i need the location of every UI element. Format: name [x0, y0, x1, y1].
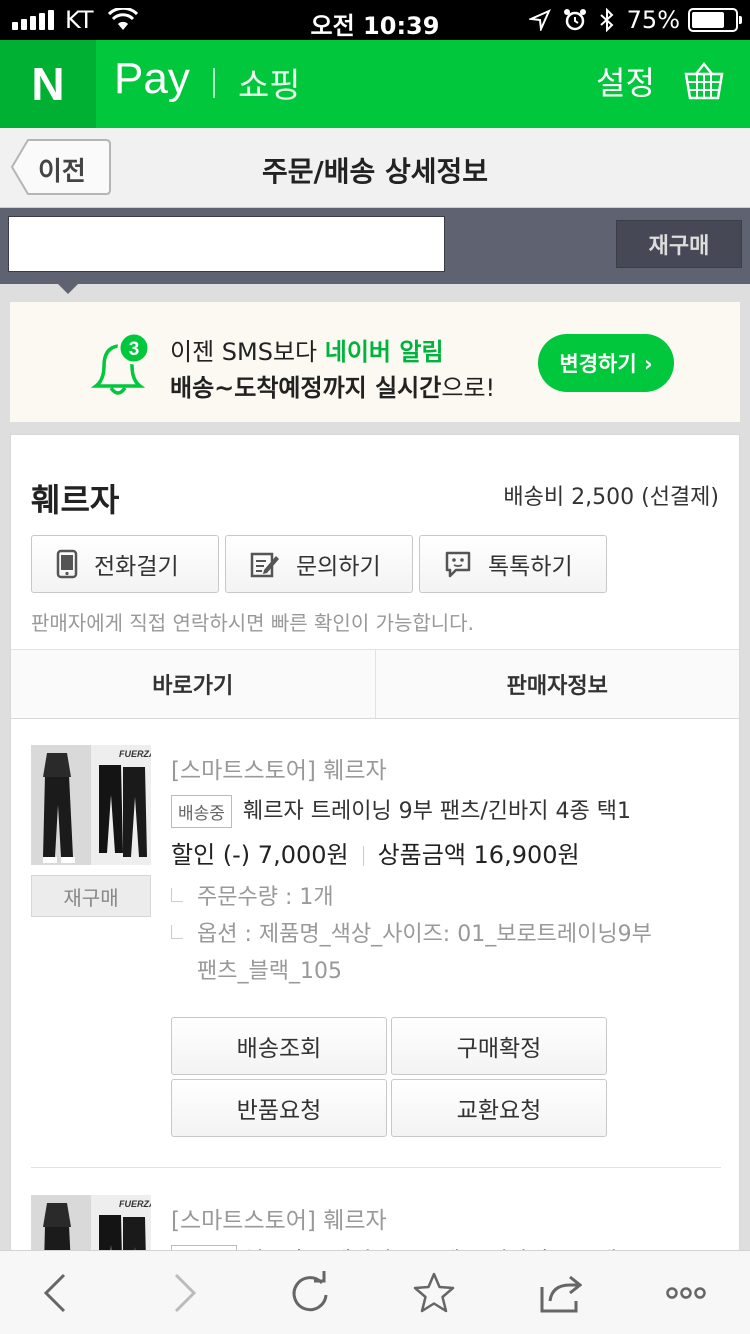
forward-arrow-icon[interactable] [162, 1271, 206, 1315]
seller-tabs: 바로가기 판매자정보 [11, 649, 739, 719]
search-strip: 재구매 [0, 208, 750, 284]
product-name[interactable]: 훼르자 트레이닝 9부 팬츠/긴바지 4종 택1 [243, 793, 631, 825]
page-title: 주문/배송 상세정보 [261, 155, 489, 188]
bookmark-star-icon[interactable] [412, 1271, 456, 1315]
store-tag[interactable]: [스마트스토어] 훼르자 [171, 1201, 387, 1235]
bluetooth-icon [599, 8, 614, 32]
option-text-2: 팬츠_블랙_105 [197, 959, 342, 984]
quantity-text: 주문수량 : 1개 [197, 885, 334, 910]
store-tag[interactable]: [스마트스토어] 훼르자 [171, 751, 387, 785]
write-icon [250, 552, 279, 578]
notice-line-1-text: 이젠 SMS보다 [170, 338, 325, 366]
order-details: 주문수량 : 1개 옵션 : 제품명_색상_사이즈: 01_보로트레이닝9부 팬… [171, 879, 652, 990]
option-text-1: 옵션 : 제품명_색상_사이즈: 01_보로트레이닝9부 [197, 922, 652, 947]
thumbnail-brand: FUERZA [119, 1199, 151, 1209]
talk-button-label: 톡톡하기 [488, 554, 573, 580]
browser-toolbar [0, 1250, 750, 1334]
reorder-top-button[interactable]: 재구매 [616, 220, 742, 268]
quantity-line: 주문수량 : 1개 [171, 879, 652, 916]
seller-name: 훼르자 [31, 481, 120, 519]
status-badge: 배송중 [171, 795, 232, 828]
track-delivery-button[interactable]: 배송조회 [171, 1017, 387, 1075]
back-arrow-icon[interactable] [34, 1271, 78, 1315]
bell-icon: 3 [90, 331, 151, 395]
tab-shortcut[interactable]: 바로가기 [11, 650, 375, 718]
reorder-button[interactable]: 재구매 [31, 875, 151, 917]
chat-icon [445, 551, 471, 578]
shipping-fee: 배송비 2,500 (선결제) [503, 485, 719, 510]
inquiry-button-label: 문의하기 [296, 554, 381, 580]
shopping-link[interactable]: 쇼핑 [238, 58, 301, 107]
option-line: 옵션 : 제품명_색상_사이즈: 01_보로트레이닝9부 [171, 916, 652, 953]
share-icon[interactable] [538, 1271, 582, 1315]
contact-hint: 판매자에게 직접 연락하시면 빠른 확인이 가능합니다. [31, 611, 474, 635]
call-button-label: 전화걸기 [94, 554, 179, 580]
notice-line-2: 배송~도착예정까지 실시간으로! [170, 368, 495, 403]
pay-title[interactable]: Pay [114, 54, 190, 104]
refresh-icon[interactable] [288, 1271, 332, 1315]
phone-icon [56, 549, 78, 579]
item-divider [31, 1167, 721, 1168]
notification-banner: 3 이젠 SMS보다 네이버 알림 배송~도착예정까지 실시간으로! 변경하기 … [10, 302, 740, 422]
order-card: 훼르자 배송비 2,500 (선결제) 전화걸기 문의하기 톡톡하기 판매자에게… [10, 434, 740, 1334]
notification-count: 3 [129, 339, 140, 360]
thumbnail-brand: FUERZA [119, 749, 151, 759]
title-bar: 이전 주문/배송 상세정보 [0, 128, 750, 208]
status-bar: KT 오전 10:39 75% [0, 0, 750, 40]
discount-amount: 할인 (-) 7,000원 [171, 841, 349, 869]
notice-line-2-bold: 배송~도착예정까지 실시간 [170, 374, 442, 402]
header-divider [213, 68, 215, 98]
product-thumbnail[interactable]: FUERZA [31, 745, 151, 865]
exchange-request-button[interactable]: 교환요청 [391, 1079, 607, 1137]
battery-icon [688, 8, 742, 32]
confirm-purchase-button[interactable]: 구매확정 [391, 1017, 607, 1075]
settings-link[interactable]: 설정 [596, 58, 655, 104]
more-icon[interactable] [664, 1271, 708, 1315]
naver-pay-header: N Pay 쇼핑 설정 [0, 40, 750, 128]
alarm-icon [563, 9, 586, 31]
return-request-button[interactable]: 반품요청 [171, 1079, 387, 1137]
order-input[interactable] [8, 216, 445, 272]
tab-seller-info[interactable]: 판매자정보 [374, 650, 740, 718]
call-button[interactable]: 전화걸기 [31, 535, 219, 593]
notice-highlight: 네이버 알림 [324, 338, 444, 366]
notice-line-2-rest: 으로! [441, 374, 496, 402]
product-price: 상품금액 16,900원 [377, 841, 580, 869]
change-button[interactable]: 변경하기 › [538, 334, 674, 392]
naver-logo[interactable]: N [0, 40, 96, 128]
talk-button[interactable]: 톡톡하기 [419, 535, 607, 593]
inquiry-button[interactable]: 문의하기 [225, 535, 413, 593]
cart-icon[interactable] [682, 60, 726, 104]
location-arrow-icon [528, 9, 551, 31]
strip-pointer [58, 284, 78, 294]
price-line: 할인 (-) 7,000원 상품금액 16,900원 [171, 835, 580, 870]
notice-line-1: 이젠 SMS보다 네이버 알림 [170, 332, 444, 367]
battery-percent: 75% [626, 6, 680, 34]
